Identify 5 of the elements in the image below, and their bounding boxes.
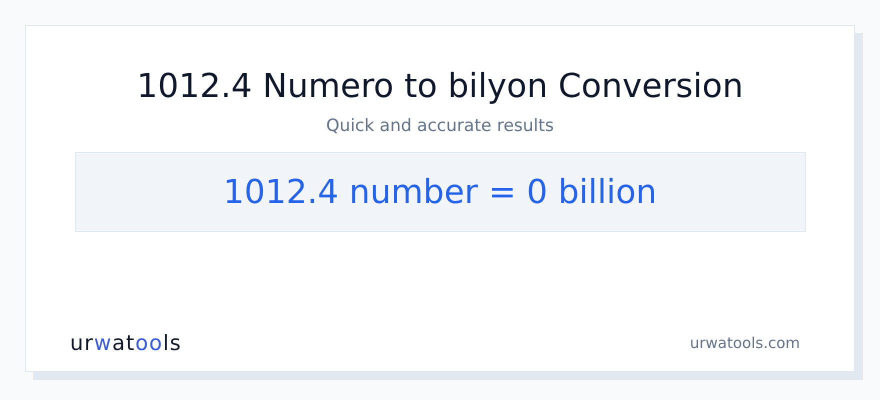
logo: urwatools [70, 330, 182, 356]
page-title: 1012.4 Numero to bilyon Conversion [136, 66, 744, 106]
result-text: 1012.4 number = 0 billion [223, 171, 657, 214]
subtitle: Quick and accurate results [326, 115, 554, 138]
site-url: urwatools.com [690, 333, 800, 354]
